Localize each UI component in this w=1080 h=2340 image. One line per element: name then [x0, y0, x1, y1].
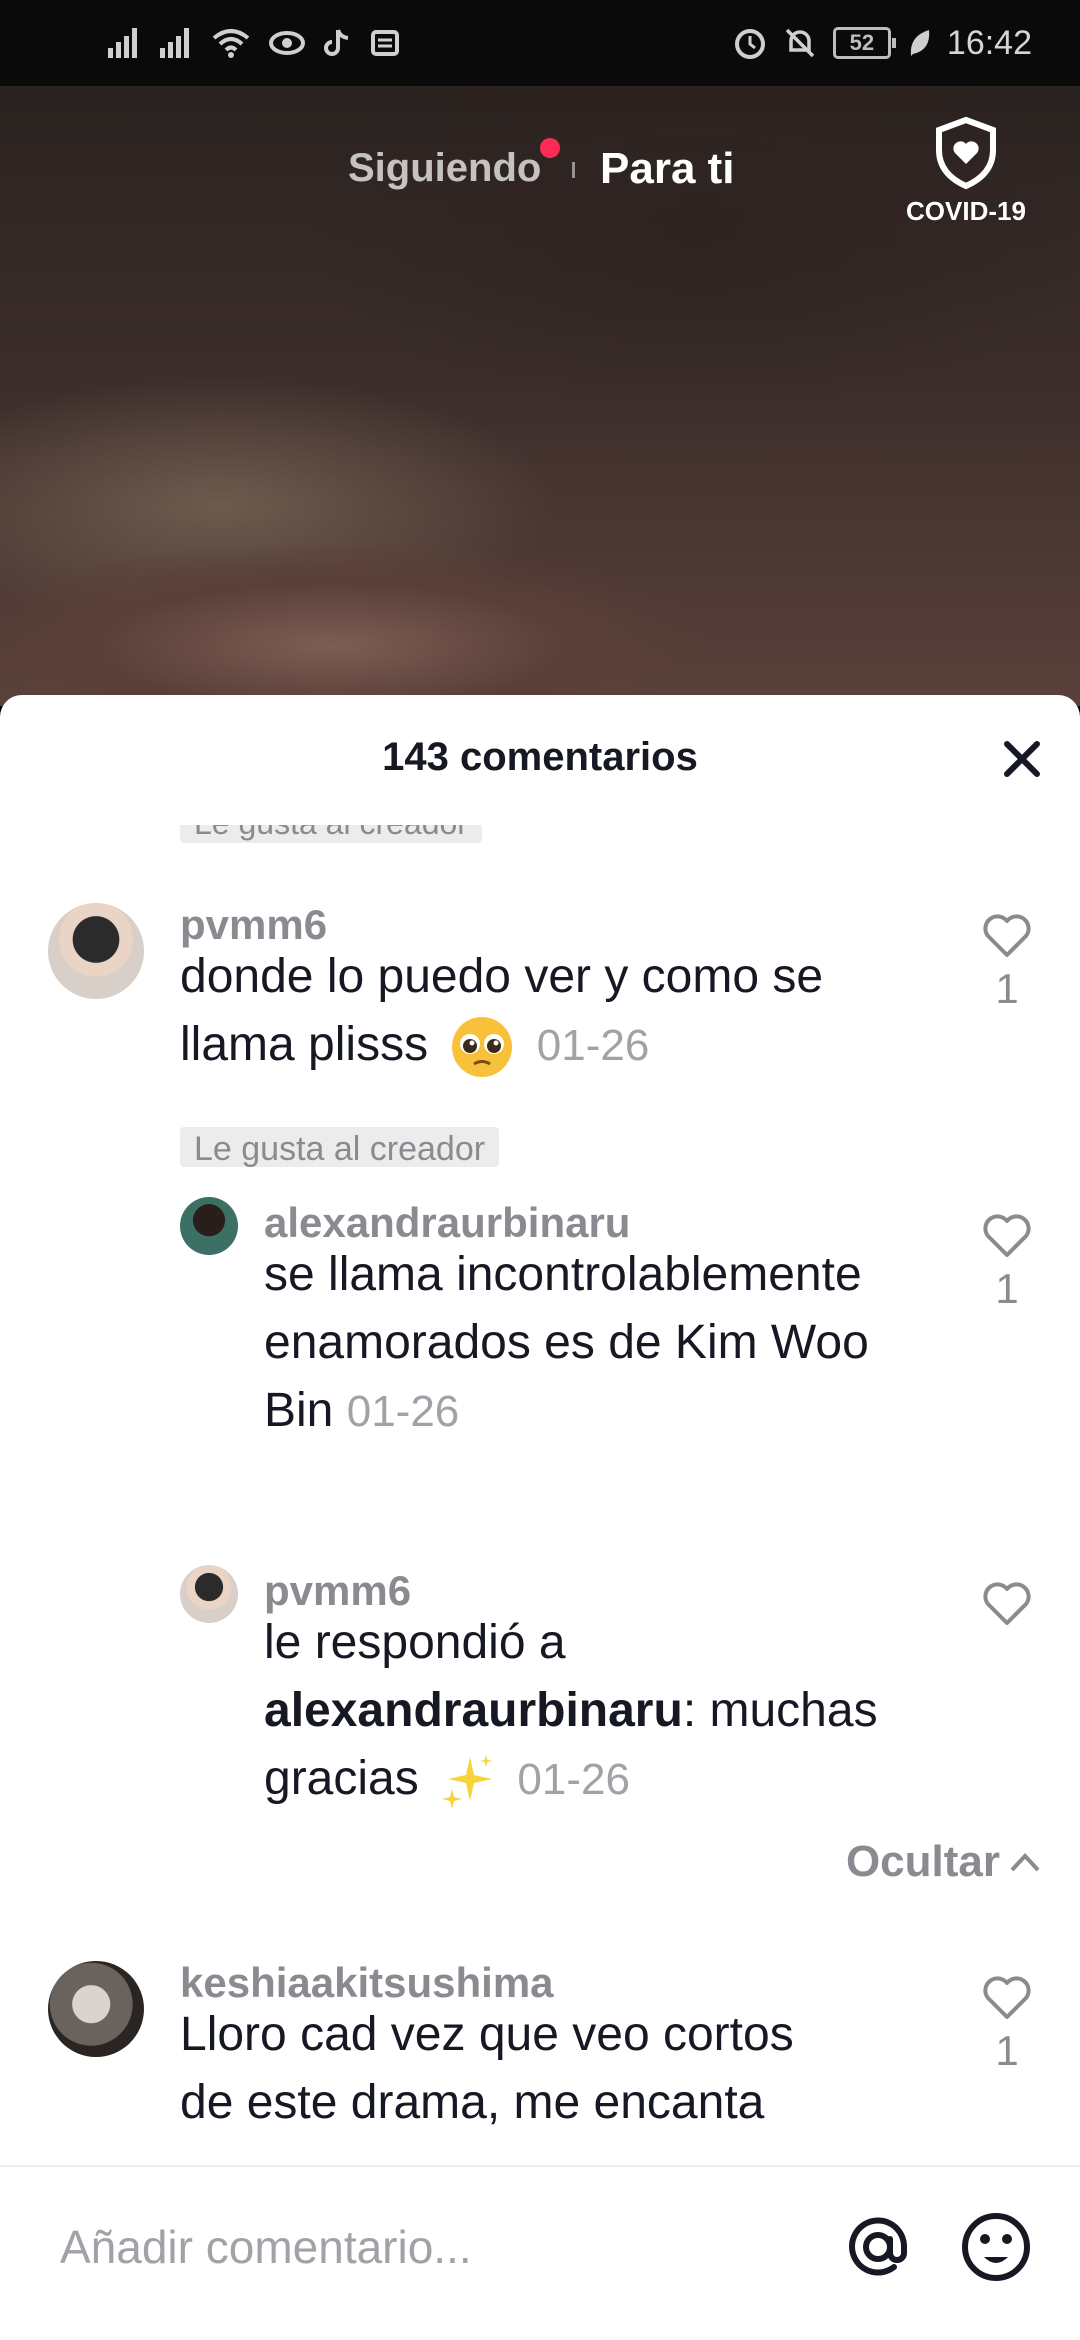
- comment-input-bar: [0, 2165, 1080, 2340]
- hide-replies-button[interactable]: Ocultar: [846, 1837, 1042, 1887]
- like-button[interactable]: 1: [972, 1213, 1042, 1313]
- leaf-icon: [910, 30, 930, 56]
- comments-sheet: 143 comentarios Le gusta al creador pvmm…: [0, 695, 1080, 2340]
- heart-outline-icon: [983, 914, 1031, 957]
- comment-date: 01-26: [536, 1021, 650, 1070]
- covid-label: COVID-19: [906, 196, 1026, 226]
- reply-text: le respondió a alexandraurbinaru: muchas…: [264, 1609, 924, 1814]
- status-bar: 52 16:42: [0, 0, 1080, 86]
- like-count: 1: [995, 965, 1019, 1012]
- creator-liked-tag: Le gusta al creador: [180, 825, 482, 843]
- avatar[interactable]: [48, 1961, 144, 2057]
- comments-count-title: 143 comentarios: [382, 735, 698, 779]
- comment-body-cut: de este drama, me encanta: [180, 2076, 765, 2129]
- tab-for-you[interactable]: Para ti: [600, 144, 735, 194]
- smiley-icon: [962, 2213, 1030, 2281]
- like-button[interactable]: 1: [972, 1975, 1042, 2075]
- shield-heart-icon: [936, 116, 996, 190]
- comment-text: donde lo puedo ver y como se llama pliss…: [180, 943, 940, 1080]
- reply-username[interactable]: alexandraurbinaru: [264, 1199, 630, 1247]
- avatar[interactable]: [180, 1565, 238, 1623]
- comment-username[interactable]: pvmm6: [180, 901, 327, 949]
- notification-dot: [540, 138, 560, 158]
- mention-button[interactable]: [838, 2207, 918, 2287]
- tab-following[interactable]: Siguiendo: [348, 146, 541, 191]
- heart-outline-icon: [983, 1582, 1031, 1625]
- status-left-icons: [108, 22, 400, 64]
- pleading-face-icon: [452, 1017, 513, 1078]
- comment-input[interactable]: [60, 2207, 820, 2287]
- signal-icon: [160, 28, 189, 58]
- heart-outline-icon: [983, 1976, 1031, 2019]
- like-count: 1: [995, 2027, 1019, 2074]
- reply-separator: :: [682, 1684, 697, 1737]
- chevron-up-icon: [1010, 1853, 1040, 1872]
- like-button[interactable]: [972, 1581, 1042, 1633]
- at-icon: [849, 2217, 908, 2276]
- battery-level: 52: [849, 30, 875, 55]
- status-right-icons: 52 16:42: [733, 22, 1032, 64]
- like-button[interactable]: 1: [972, 913, 1042, 1013]
- comments-list[interactable]: Le gusta al creador pvmm6 donde lo puedo…: [0, 825, 1080, 2165]
- signal-icon: [108, 28, 137, 58]
- close-icon: [1004, 741, 1040, 777]
- comment-username[interactable]: keshiaakitsushima: [180, 1959, 554, 2007]
- hide-replies-label: Ocultar: [845, 1837, 1000, 1886]
- top-nav: Siguiendo Para ti COVID-19: [0, 86, 1080, 256]
- creator-liked-tag: Le gusta al creador: [180, 1127, 500, 1167]
- emoji-button[interactable]: [956, 2207, 1036, 2287]
- reply-date: 01-26: [346, 1387, 460, 1436]
- avatar[interactable]: [180, 1197, 238, 1255]
- bell-off-icon: [785, 28, 815, 58]
- reply-prefix: le respondió a: [264, 1616, 566, 1669]
- reply-username[interactable]: pvmm6: [264, 1567, 411, 1615]
- reply-date: 01-26: [517, 1755, 630, 1804]
- covid-button[interactable]: COVID-19: [896, 116, 1036, 227]
- comment-body: Lloro cad vez que veo cortos: [180, 2008, 794, 2061]
- comment-text: Lloro cad vez que veo cortos de este dra…: [180, 2001, 940, 2137]
- alarm-icon: [734, 29, 765, 59]
- wifi-icon: [212, 29, 250, 58]
- like-count: 1: [995, 1265, 1019, 1312]
- sheet-header: 143 comentarios: [0, 695, 1080, 825]
- sparkles-icon: [442, 1755, 493, 1810]
- reply-text: se llama incontrolablemente enamorados e…: [264, 1241, 904, 1446]
- avatar[interactable]: [48, 903, 144, 999]
- tab-divider: [572, 162, 575, 178]
- message-icon: [371, 30, 399, 56]
- battery-icon: 52: [832, 27, 896, 59]
- eye-icon: [269, 31, 305, 55]
- tiktok-icon: [324, 29, 349, 56]
- heart-outline-icon: [983, 1214, 1031, 1257]
- close-button[interactable]: [994, 731, 1050, 787]
- clock: 16:42: [946, 23, 1032, 62]
- reply-mention[interactable]: alexandraurbinaru: [264, 1684, 683, 1737]
